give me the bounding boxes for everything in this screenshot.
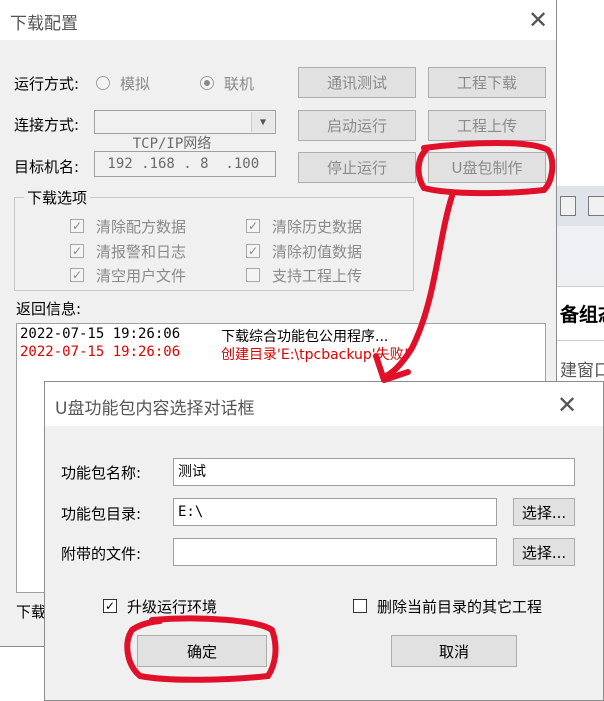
package-dir-choose-button[interactable]: 选择... [513, 498, 575, 526]
return-info-label: 返回信息: [16, 300, 82, 318]
project-download-button[interactable]: 工程下载 [428, 67, 546, 98]
run-mode-sim-radio[interactable] [96, 76, 110, 90]
target-name-label: 目标机名: [14, 158, 80, 176]
delete-others-checkbox[interactable] [353, 599, 367, 613]
ok-button[interactable]: 确定 [137, 635, 267, 667]
cancel-button[interactable]: 取消 [391, 635, 517, 667]
clear-history-label: 清除历史数据 [272, 218, 363, 236]
download-config-titlebar: 下载配置 ✕ [0, 0, 556, 40]
connect-mode-value: TCP/IP网络 [132, 136, 212, 152]
run-mode-online-label: 联机 [224, 75, 255, 93]
background-separator [556, 340, 604, 341]
clear-initial-label: 清除初值数据 [272, 243, 363, 261]
download-options-title: 下载选项 [24, 187, 91, 208]
run-mode-online-radio[interactable] [200, 76, 214, 90]
package-name-label: 功能包名称: [61, 464, 142, 482]
clear-alarm-log-label: 清报警和日志 [96, 243, 187, 261]
start-run-button[interactable]: 启动运行 [298, 110, 416, 141]
run-mode-label: 运行方式: [14, 75, 80, 93]
support-upload-label: 支持工程上传 [272, 267, 363, 285]
download-progress-label: 下载 [16, 603, 47, 621]
connect-mode-select[interactable]: TCP/IP网络 ▼ [94, 110, 276, 152]
run-mode-sim-label: 模拟 [120, 75, 151, 93]
clear-history-checkbox[interactable]: ✓ [246, 219, 260, 233]
log-line-2-message: 创建目录'E:\tpcbackup'失败! [221, 347, 410, 363]
close-icon[interactable]: ✕ [528, 8, 548, 32]
attached-files-choose-button[interactable]: 选择... [513, 538, 575, 566]
background-window-button[interactable] [560, 196, 576, 216]
target-ip-field[interactable]: 192 .168 . 8 .100 [94, 151, 276, 177]
background-text-2: 建窗口 [560, 361, 604, 381]
clear-initial-checkbox[interactable]: ✓ [246, 244, 260, 258]
background-panel [556, 226, 604, 287]
clear-user-files-checkbox[interactable]: ✓ [70, 268, 84, 282]
chevron-down-icon[interactable]: ▼ [251, 112, 274, 132]
package-dir-input[interactable]: E:\ [173, 498, 497, 526]
usb-package-dialog: U盘功能包内容选择对话框 ✕ 功能包名称: 测试 功能包目录: E:\ 选择..… [44, 381, 604, 701]
upgrade-env-checkbox[interactable]: ✓ [103, 599, 117, 613]
dialog-title: 下载配置 [10, 14, 78, 34]
delete-others-label: 删除当前目录的其它工程 [377, 598, 543, 616]
usb-dialog-title: U盘功能包内容选择对话框 [55, 399, 255, 419]
background-text-1: 备组态 [560, 304, 604, 326]
clear-recipe-label: 清除配方数据 [96, 218, 187, 236]
usb-package-button[interactable]: U盘包制作 [428, 152, 546, 183]
attached-files-label: 附带的文件: [61, 545, 142, 563]
package-dir-label: 功能包目录: [61, 505, 142, 523]
log-line-2-time: 2022-07-15 19:26:06 [20, 344, 181, 360]
usb-package-titlebar: U盘功能包内容选择对话框 ✕ [45, 382, 603, 426]
clear-recipe-checkbox[interactable]: ✓ [70, 219, 84, 233]
stop-run-button[interactable]: 停止运行 [298, 152, 416, 183]
close-icon[interactable]: ✕ [557, 393, 577, 417]
log-line-1-message: 下载综合功能包公用程序... [221, 329, 389, 345]
background-window-button-2[interactable] [588, 196, 604, 216]
comm-test-button[interactable]: 通讯测试 [298, 67, 416, 98]
log-line-1-time: 2022-07-15 19:26:06 [20, 326, 181, 342]
project-upload-button[interactable]: 工程上传 [428, 110, 546, 141]
connect-mode-label: 连接方式: [14, 116, 80, 134]
clear-alarm-log-checkbox[interactable]: ✓ [70, 244, 84, 258]
package-name-input[interactable]: 测试 [173, 458, 575, 486]
clear-user-files-label: 清空用户文件 [96, 267, 187, 285]
support-upload-checkbox[interactable] [246, 268, 260, 282]
upgrade-env-label: 升级运行环境 [127, 598, 218, 616]
attached-files-input[interactable] [173, 538, 497, 566]
